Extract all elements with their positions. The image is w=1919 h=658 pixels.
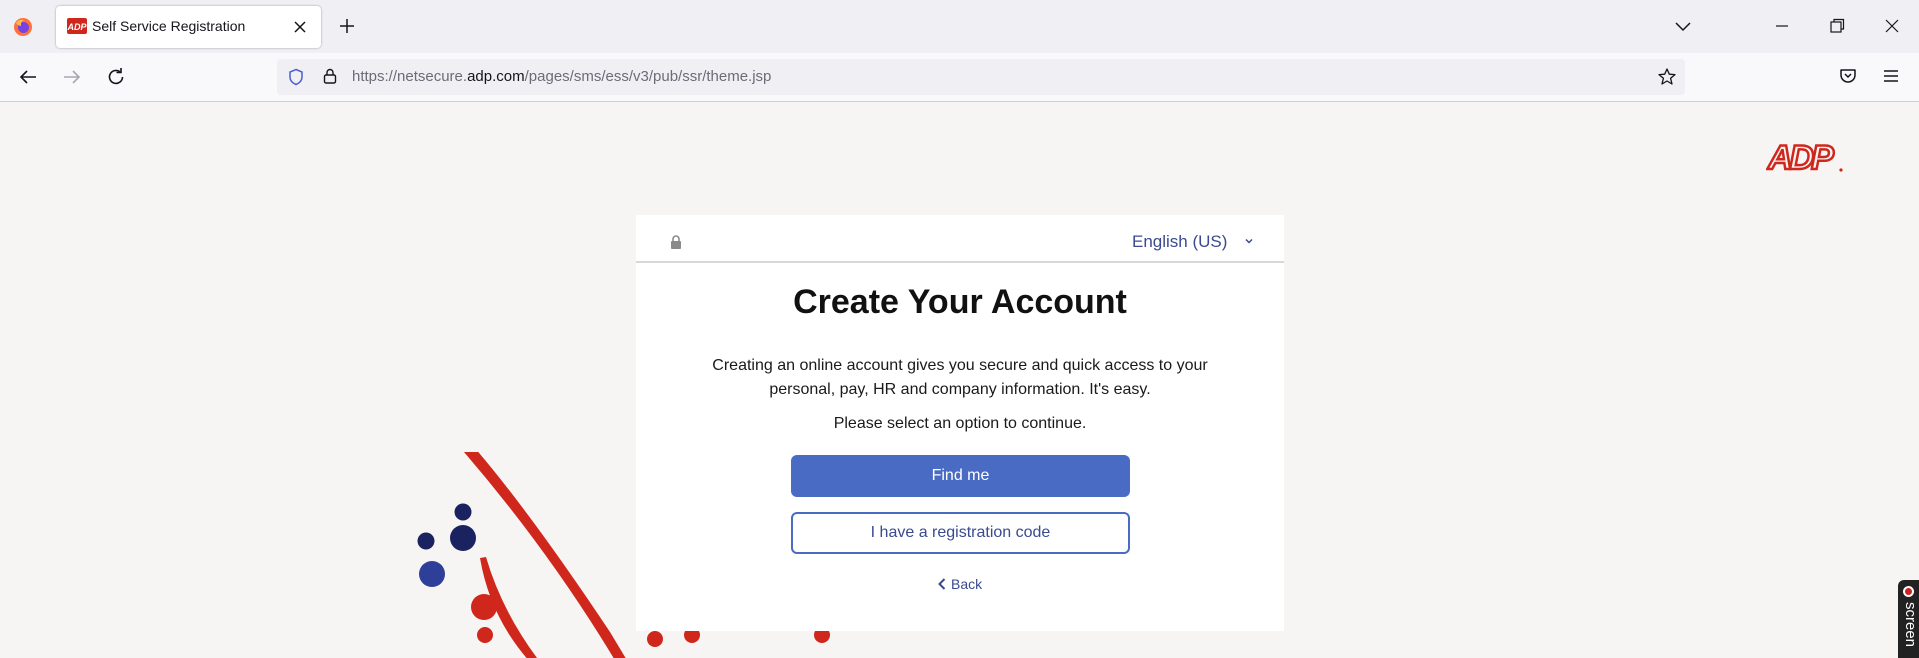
close-window-icon[interactable]	[1882, 16, 1902, 36]
page-title: Create Your Account	[793, 283, 1127, 321]
chevron-left-icon	[938, 578, 946, 590]
back-link[interactable]: Back	[938, 574, 982, 594]
page-content: ADP English (US) Create Your Account Cre…	[0, 102, 1919, 658]
browser-tab[interactable]: ADP Self Service Registration	[56, 6, 321, 48]
forward-arrow-icon[interactable]	[60, 65, 84, 89]
adp-favicon-icon: ADP	[67, 18, 87, 34]
close-tab-icon[interactable]	[290, 17, 310, 37]
url-prefix: https://netsecure.	[352, 68, 468, 85]
card-header: English (US)	[636, 215, 1284, 263]
url-bar[interactable]: https://netsecure.adp.com/pages/sms/ess/…	[277, 59, 1685, 95]
restore-window-icon[interactable]	[1827, 16, 1847, 36]
pocket-icon[interactable]	[1837, 65, 1859, 87]
chevron-down-icon[interactable]	[1243, 235, 1255, 247]
new-tab-icon[interactable]	[336, 15, 358, 37]
screen-widget-label: screen	[1902, 602, 1919, 648]
svg-text:ADP: ADP	[1767, 139, 1834, 177]
account-description: Creating an online account gives you sec…	[712, 357, 1208, 398]
url-path: /pages/sms/ess/v3/pub/ssr/theme.jsp	[524, 68, 772, 85]
tracking-protection-shield-icon[interactable]	[287, 68, 305, 86]
svg-text:ADP: ADP	[67, 22, 87, 32]
site-lock-icon[interactable]	[321, 67, 339, 85]
find-me-button[interactable]: Find me	[791, 455, 1130, 497]
list-all-tabs-icon[interactable]	[1673, 16, 1693, 36]
record-icon	[1903, 586, 1914, 597]
screen-recorder-widget[interactable]: screen	[1898, 580, 1919, 658]
bookmark-star-icon[interactable]	[1657, 67, 1677, 87]
browser-nav-bar: https://netsecure.adp.com/pages/sms/ess/…	[0, 53, 1919, 102]
url-domain: adp.com	[467, 68, 525, 85]
reload-icon[interactable]	[104, 65, 128, 89]
url-text[interactable]: https://netsecure.adp.com/pages/sms/ess/…	[352, 68, 771, 85]
firefox-logo-icon[interactable]	[13, 17, 33, 37]
back-arrow-icon[interactable]	[16, 65, 40, 89]
back-link-label: Back	[951, 576, 983, 592]
registration-card: English (US) Create Your Account Creatin…	[636, 215, 1284, 631]
hamburger-menu-icon[interactable]	[1880, 65, 1902, 87]
registration-code-button[interactable]: I have a registration code	[791, 512, 1130, 554]
lock-icon	[671, 235, 681, 249]
adp-logo: ADP	[1766, 138, 1843, 177]
tab-title: Self Service Registration	[92, 18, 246, 34]
browser-tab-bar: ADP Self Service Registration	[0, 0, 1919, 53]
option-prompt: Please select an option to continue.	[833, 415, 1087, 432]
minimize-window-icon[interactable]	[1772, 16, 1792, 36]
language-selector[interactable]: English (US)	[1132, 232, 1227, 252]
